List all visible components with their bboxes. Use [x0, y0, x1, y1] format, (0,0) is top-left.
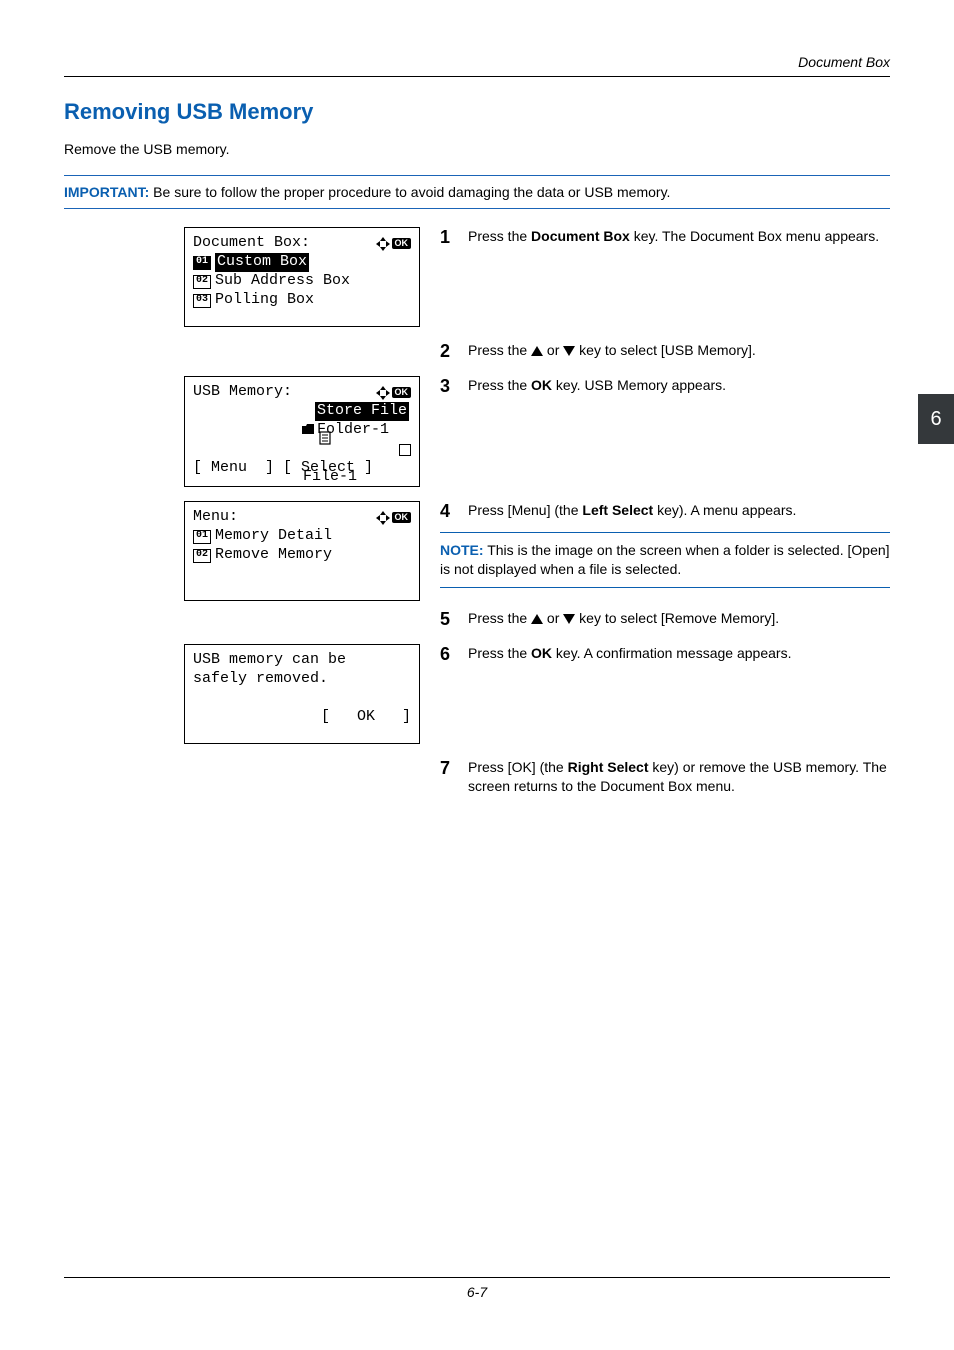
step3-text: Press the OK key. USB Memory appears. — [468, 376, 890, 395]
step4-num: 4 — [440, 501, 468, 522]
lcd3-item1-label: Remove Memory — [215, 546, 332, 565]
top-rule — [64, 76, 890, 77]
lcd-confirmation: USB memory can be safely removed. [ OK ] — [184, 644, 420, 744]
important-label: IMPORTANT: — [64, 184, 149, 200]
down-triangle-icon — [563, 614, 575, 624]
checkbox-icon — [399, 444, 411, 456]
lcd1-item0-label: Custom Box — [215, 253, 309, 272]
step4-text: Press [Menu] (the Left Select key). A me… — [468, 501, 890, 522]
up-triangle-icon — [531, 346, 543, 356]
lcd1-title: Document Box: — [193, 234, 310, 253]
page-number: 6-7 — [64, 1284, 890, 1300]
intro-text: Remove the USB memory. — [64, 141, 890, 157]
lcd1-item1-num: 02 — [193, 275, 211, 289]
note-label: NOTE: — [440, 542, 484, 558]
note-box: NOTE: This is the image on the screen wh… — [440, 532, 890, 588]
step5-num: 5 — [440, 609, 468, 630]
lcd3-title: Menu: — [193, 508, 238, 527]
step6-num: 6 — [440, 644, 468, 665]
important-text: Be sure to follow the proper procedure t… — [149, 184, 670, 200]
step7-text: Press [OK] (the Right Select key) or rem… — [468, 758, 890, 796]
lcd-menu: Menu: OK 01 Memory Detail 02 Remove Memory — [184, 501, 420, 601]
step7-num: 7 — [440, 758, 468, 779]
step2-text: Press the or key to select [USB Memory]. — [468, 341, 890, 360]
step6-text: Press the OK key. A confirmation message… — [468, 644, 890, 663]
lcd-usb-memory: USB Memory: OK Store File F — [184, 376, 420, 487]
lcd1-item0-num: 01 — [193, 256, 211, 270]
up-triangle-icon — [531, 614, 543, 624]
page-footer: 6-7 — [64, 1271, 890, 1301]
nav-ok-icon: OK — [377, 238, 412, 250]
lcd3-item0-num: 01 — [193, 530, 211, 544]
lcd1-item1-label: Sub Address Box — [215, 272, 350, 291]
chapter-tab: 6 — [918, 394, 954, 444]
step5-text: Press the or key to select [Remove Memor… — [468, 609, 890, 628]
lcd1-item2-label: Polling Box — [215, 291, 314, 310]
lcd3-item1-num: 02 — [193, 549, 211, 563]
running-head: Document Box — [64, 54, 890, 70]
note-text: This is the image on the screen when a f… — [440, 542, 890, 577]
nav-ok-icon: OK — [377, 512, 412, 524]
step2-num: 2 — [440, 341, 468, 362]
lcd2-softkeys: [ Menu ] [ Select ] — [193, 459, 411, 478]
lcd4-line1: USB memory can be — [193, 651, 411, 670]
lcd4-softkey: [ OK ] — [193, 708, 411, 727]
step1-text: Press the Document Box key. The Document… — [468, 227, 890, 246]
down-triangle-icon — [563, 346, 575, 356]
nav-ok-icon: OK — [377, 387, 412, 399]
important-box: IMPORTANT: Be sure to follow the proper … — [64, 175, 890, 209]
lcd4-line2: safely removed. — [193, 670, 411, 689]
step3-num: 3 — [440, 376, 468, 397]
lcd3-item0-label: Memory Detail — [215, 527, 332, 546]
lcd1-item2-num: 03 — [193, 294, 211, 308]
step1-num: 1 — [440, 227, 468, 248]
section-title: Removing USB Memory — [64, 99, 890, 125]
lcd-document-box: Document Box: OK 01 Custom Box 02 Sub Addr… — [184, 227, 420, 327]
